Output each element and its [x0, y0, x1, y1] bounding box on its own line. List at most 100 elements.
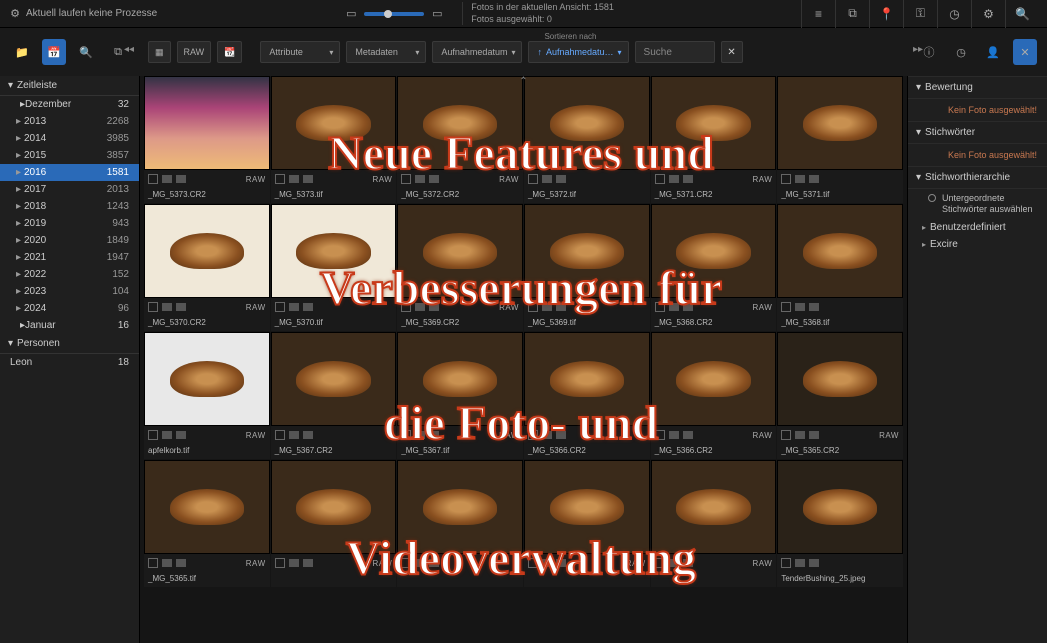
flag-icon[interactable] — [556, 559, 566, 567]
clock-icon[interactable]: ◷ — [949, 7, 959, 21]
thumbnail-image[interactable] — [524, 332, 650, 426]
folder-tab[interactable]: 📁 — [10, 39, 34, 65]
flag-icon[interactable] — [162, 175, 172, 183]
flag-icon[interactable] — [429, 303, 439, 311]
thumbnail-cell[interactable]: RAW_MG_5371.CR2 — [651, 76, 777, 203]
expand-up-icon[interactable]: ⌃ — [519, 76, 527, 87]
checkbox-icon[interactable] — [148, 302, 158, 312]
flag-icon[interactable] — [429, 559, 439, 567]
flag-icon[interactable] — [809, 303, 819, 311]
tree-excire[interactable]: ▸Excire — [908, 236, 1047, 253]
flag-icon[interactable] — [429, 431, 439, 439]
year-2024[interactable]: ▸202496 — [0, 300, 139, 317]
flag-icon[interactable] — [669, 431, 679, 439]
thumbnail-cell[interactable]: RAW — [271, 460, 397, 587]
thumbnail-image[interactable] — [397, 460, 523, 554]
history-tab[interactable]: ◷ — [949, 39, 973, 65]
thumbnail-cell[interactable]: _MG_5370.tif — [271, 204, 397, 331]
thumbnail-cell[interactable]: RAWapfelkorb.tif — [144, 332, 270, 459]
flag-icon[interactable] — [795, 431, 805, 439]
flag-icon[interactable] — [669, 303, 679, 311]
checkbox-icon[interactable] — [528, 174, 538, 184]
subkeyword-option[interactable]: Untergeordnete Stichwörter auswählen — [908, 189, 1047, 219]
flag-icon[interactable] — [162, 431, 172, 439]
thumb-small-icon[interactable]: ▭ — [344, 7, 358, 21]
flag-icon[interactable] — [809, 431, 819, 439]
flag-icon[interactable] — [162, 559, 172, 567]
thumbnail-cell[interactable]: RAW_MG_5373.CR2 — [144, 76, 270, 203]
flag-icon[interactable] — [162, 303, 172, 311]
thumbnail-image[interactable] — [524, 460, 650, 554]
checkbox-icon[interactable] — [275, 558, 285, 568]
flag-icon[interactable] — [556, 303, 566, 311]
flag-icon[interactable] — [176, 559, 186, 567]
year-2023[interactable]: ▸2023104 — [0, 283, 139, 300]
flag-icon[interactable] — [556, 175, 566, 183]
checkbox-icon[interactable] — [275, 430, 285, 440]
thumbnail-cell[interactable]: _MG_5366.CR2 — [524, 332, 650, 459]
copy-icon[interactable]: ⧉ — [848, 6, 857, 21]
flag-icon[interactable] — [289, 559, 299, 567]
thumbnail-cell[interactable]: RAW_MG_5365.CR2 — [777, 332, 903, 459]
flag-icon[interactable] — [303, 431, 313, 439]
flag-icon[interactable] — [795, 559, 805, 567]
thumbnail-image[interactable] — [271, 460, 397, 554]
checkbox-icon[interactable] — [401, 430, 411, 440]
thumbnail-image[interactable] — [271, 204, 397, 298]
clear-search-btn[interactable]: ✕ — [721, 41, 743, 63]
thumbnail-cell[interactable]: _MG_5368.tif — [777, 204, 903, 331]
checkbox-icon[interactable] — [781, 558, 791, 568]
zeitleiste-header[interactable]: ▾Zeitleiste — [0, 76, 139, 96]
flag-icon[interactable] — [303, 303, 313, 311]
checkbox-icon[interactable] — [655, 558, 665, 568]
thumbnail-image[interactable] — [777, 460, 903, 554]
thumbnail-cell[interactable] — [397, 460, 523, 587]
tools-tab[interactable]: ✕ — [1013, 39, 1037, 65]
flag-icon[interactable] — [429, 175, 439, 183]
thumbnail-cell[interactable]: RAW_MG_5367.tif — [397, 332, 523, 459]
checkbox-icon[interactable] — [781, 174, 791, 184]
thumbnail-image[interactable] — [144, 204, 270, 298]
stichworter-header[interactable]: ▾Stichwörter — [908, 121, 1047, 144]
thumbnail-image[interactable] — [651, 204, 777, 298]
thumbnail-cell[interactable]: _MG_5369.tif — [524, 204, 650, 331]
checkbox-icon[interactable] — [528, 430, 538, 440]
thumbnail-image[interactable] — [397, 204, 523, 298]
flag-icon[interactable] — [683, 303, 693, 311]
thumbnail-cell[interactable]: RAW_MG_5365.tif — [144, 460, 270, 587]
list-icon[interactable]: ≡ — [815, 7, 822, 21]
checkbox-icon[interactable] — [275, 302, 285, 312]
search-icon[interactable]: 🔍 — [1015, 7, 1030, 21]
flag-icon[interactable] — [289, 175, 299, 183]
tree-benutzer[interactable]: ▸Benutzerdefiniert — [908, 219, 1047, 236]
flag-icon[interactable] — [683, 175, 693, 183]
checkbox-icon[interactable] — [655, 430, 665, 440]
thumbnail-cell[interactable]: _MG_5371.tif — [777, 76, 903, 203]
checkbox-icon[interactable] — [275, 174, 285, 184]
thumbnail-image[interactable] — [144, 460, 270, 554]
thumbnail-image[interactable] — [397, 76, 523, 170]
checkbox-icon[interactable] — [148, 430, 158, 440]
checkbox-icon[interactable] — [528, 558, 538, 568]
calendar-tab[interactable]: 📅 — [42, 39, 66, 65]
thumbnail-cell[interactable]: _MG_5367.CR2 — [271, 332, 397, 459]
flag-icon[interactable] — [542, 303, 552, 311]
flag-icon[interactable] — [542, 175, 552, 183]
thumbnail-cell[interactable]: TenderBushing_25.jpeg — [777, 460, 903, 587]
thumbnail-cell[interactable]: RAW_MG_5368.CR2 — [651, 204, 777, 331]
year-2014[interactable]: ▸20143985 — [0, 130, 139, 147]
personen-header[interactable]: ▾Personen — [0, 334, 139, 354]
metadata-select[interactable]: Metadaten — [346, 41, 426, 63]
flag-icon[interactable] — [289, 431, 299, 439]
year-2018[interactable]: ▸20181243 — [0, 198, 139, 215]
search-tab[interactable]: 🔍 — [74, 39, 98, 65]
flag-icon[interactable] — [289, 303, 299, 311]
flag-icon[interactable] — [303, 175, 313, 183]
thumbnail-size-slider[interactable] — [364, 12, 424, 16]
year-2016[interactable]: ▸20161581 — [0, 164, 139, 181]
checkbox-icon[interactable] — [655, 302, 665, 312]
thumbnail-cell[interactable]: RAW_MG_5372.CR2 — [397, 76, 523, 203]
bewertung-header[interactable]: ▾Bewertung — [908, 76, 1047, 99]
flag-icon[interactable] — [176, 175, 186, 183]
checkbox-icon[interactable] — [401, 558, 411, 568]
